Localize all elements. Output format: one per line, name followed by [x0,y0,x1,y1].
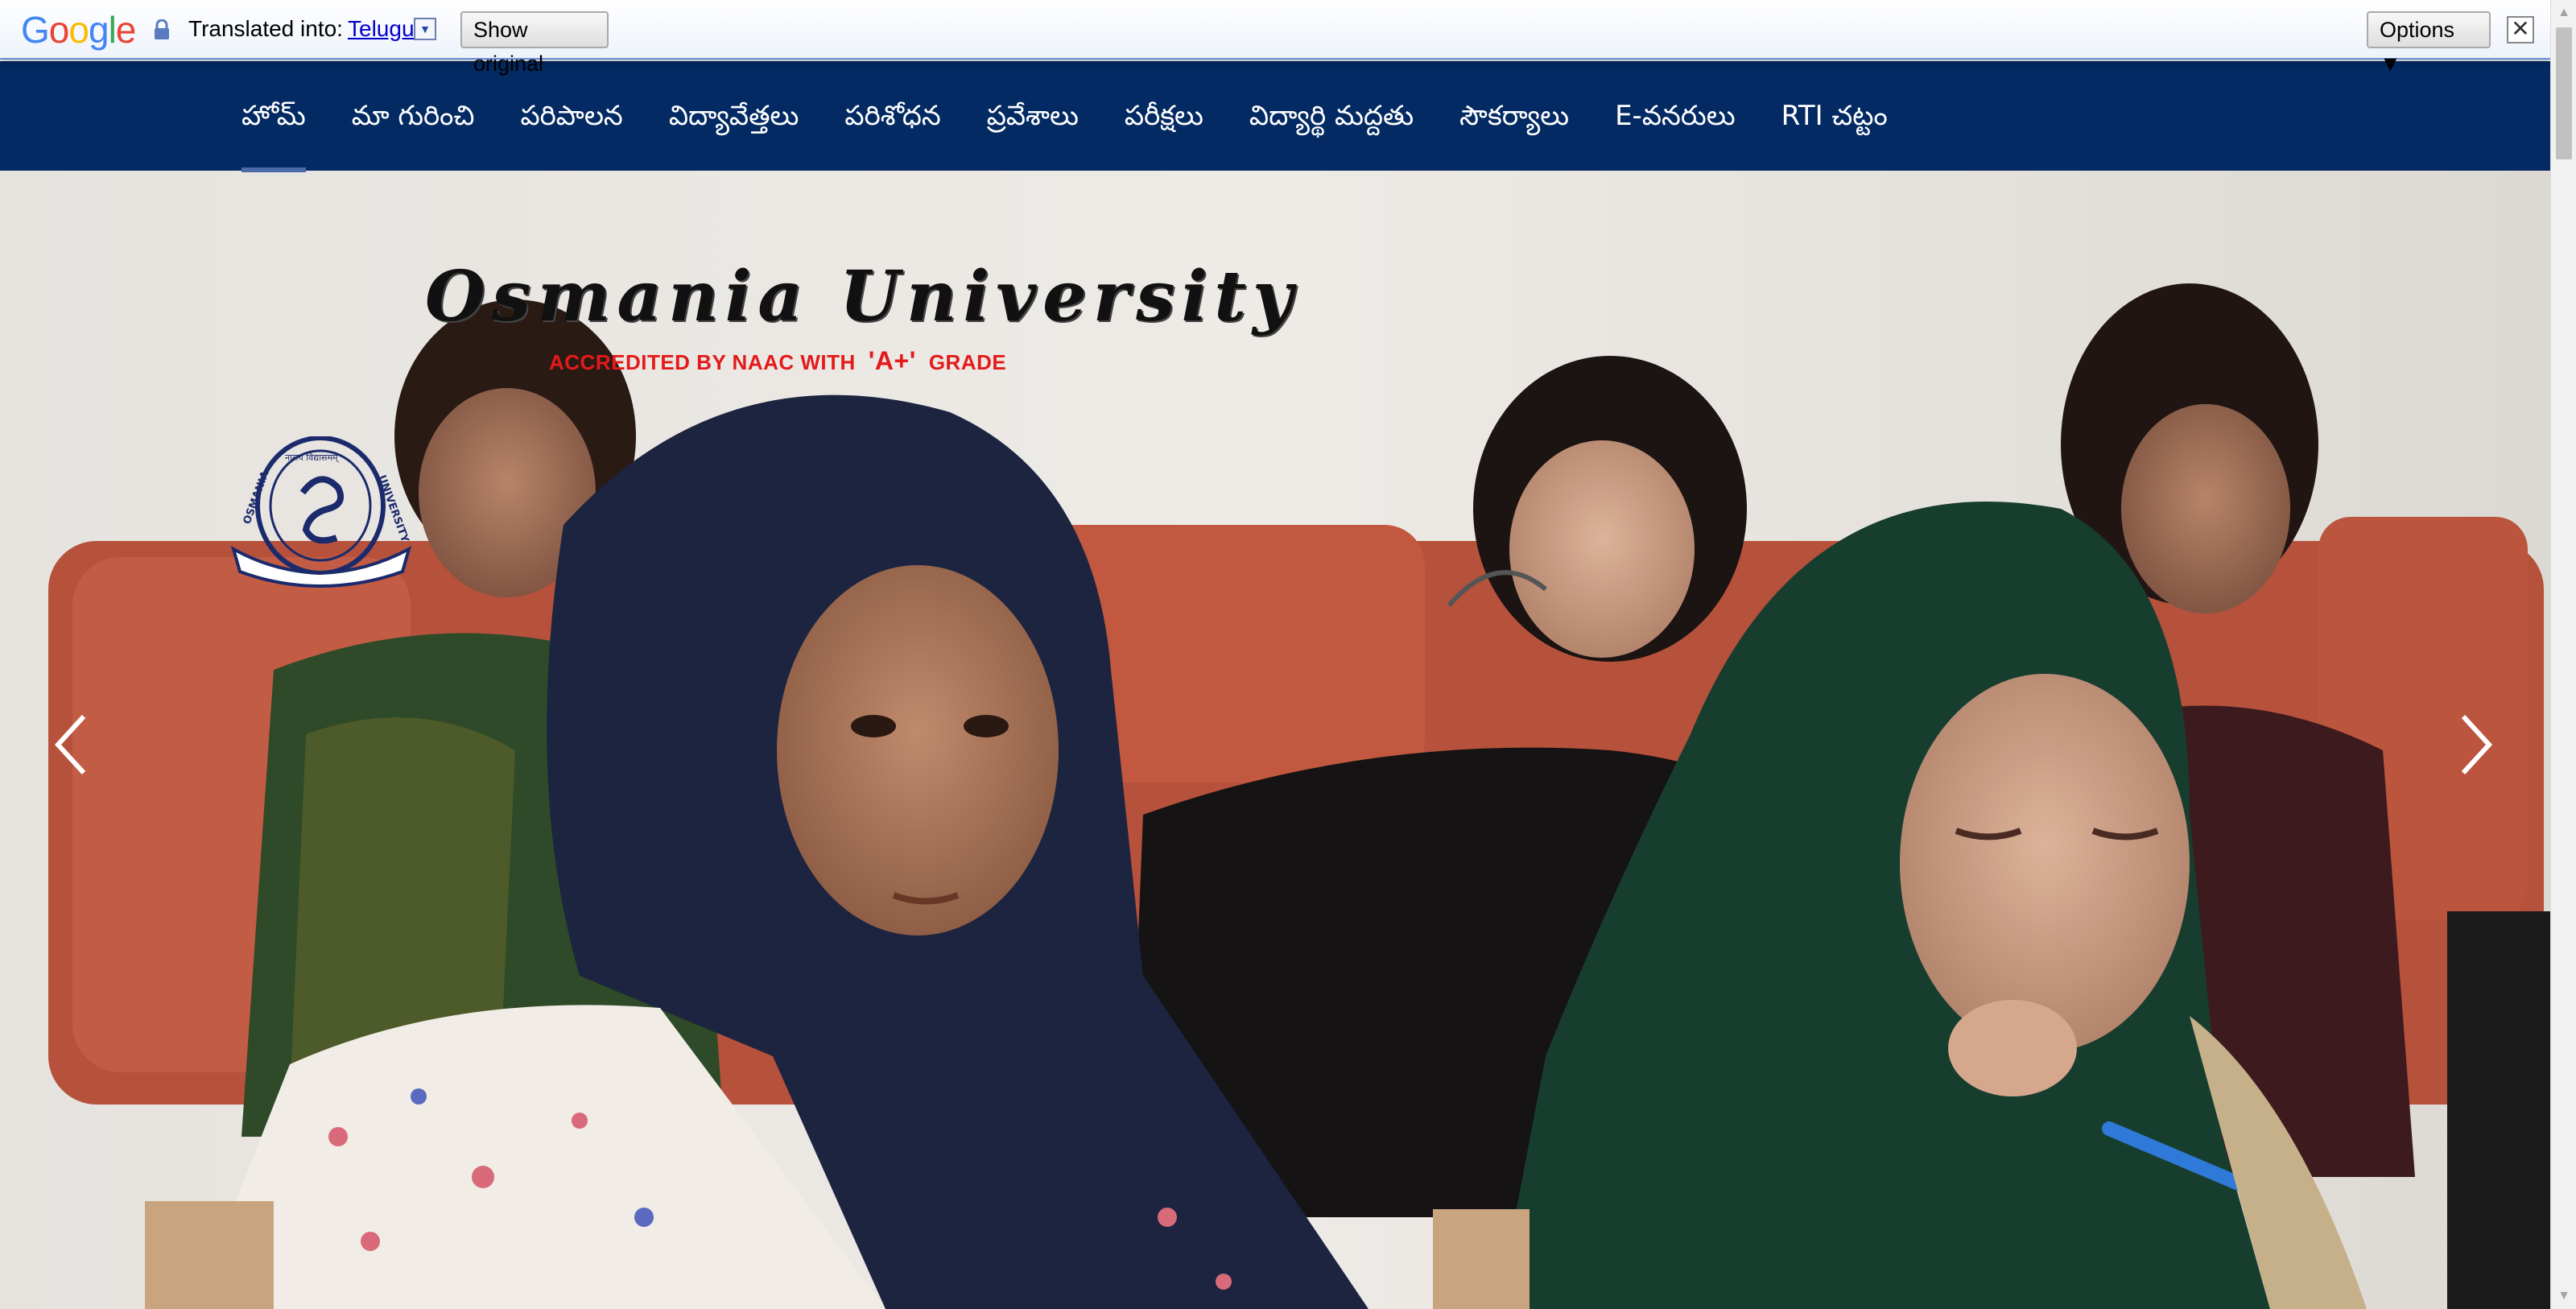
scroll-down-icon[interactable]: ▼ [2551,1283,2576,1309]
translate-bar: Google Translated into: Telugu ▼ Show or… [0,0,2550,76]
nav-item-academics[interactable]: విద్యావేత్తలు [669,92,799,140]
nav-item-rti-act[interactable]: RTI చట్టం [1781,92,1888,140]
target-language-link[interactable]: Telugu [348,14,415,43]
accreditation-text: ACCREDITED BY NAAC WITH 'A+' GRADE [549,346,1006,376]
scroll-thumb[interactable] [2556,27,2572,159]
hero-slider: OSMANIA UNIVERSITY नास्त्य विद्यासमम् Os… [0,171,2550,1309]
nav-item-admissions[interactable]: ప్రవేశాలు [987,92,1079,140]
accreditation-suffix: GRADE [928,350,1007,374]
nav-item-administration[interactable]: పరిపాలన [520,92,622,140]
scroll-up-icon[interactable]: ▲ [2551,0,2576,26]
show-original-button[interactable]: Show original [460,11,609,76]
nav-item-student-support[interactable]: విద్యార్థి మద్దతు [1249,92,1414,140]
nav-item-about-us[interactable]: మా గురించి [352,92,475,140]
lock-icon [155,19,169,39]
seal-text-top: नास्त्य विद्यासमम् [285,452,340,463]
university-name: Osmania University [425,256,1299,337]
nav-item-home[interactable]: హోమ్ [242,92,306,172]
main-navigation: హోమ్ మా గురించి పరిపాలన విద్యావేత్తలు పర… [0,61,2550,172]
nav-item-examinations[interactable]: పరీక్షలు [1125,92,1203,140]
close-icon[interactable]: ✕ [2507,16,2534,43]
options-button[interactable]: Options ▼ [2367,11,2491,76]
chevron-right-icon[interactable] [2450,708,2499,781]
university-seal-logo: OSMANIA UNIVERSITY नास्त्य विद्यासमम् [230,436,412,588]
page-scrollbar[interactable]: ▲ ▼ [2550,0,2576,1309]
nav-item-facilities[interactable]: సౌకర్యాలు [1459,92,1569,140]
chevron-left-icon[interactable] [48,708,97,781]
seal-text-right: UNIVERSITY [375,473,411,544]
accreditation-grade: 'A+' [868,346,916,375]
google-logo: Google [21,9,136,51]
hero-photo [0,171,2550,1309]
translated-into-label: Translated into: [188,16,343,41]
language-dropdown-icon[interactable]: ▼ [414,18,436,40]
nav-item-research[interactable]: పరిశోధన [844,92,940,140]
accreditation-prefix: ACCREDITED BY NAAC WITH [549,350,856,374]
nav-item-e-resources[interactable]: E-వనరులు [1615,92,1736,140]
